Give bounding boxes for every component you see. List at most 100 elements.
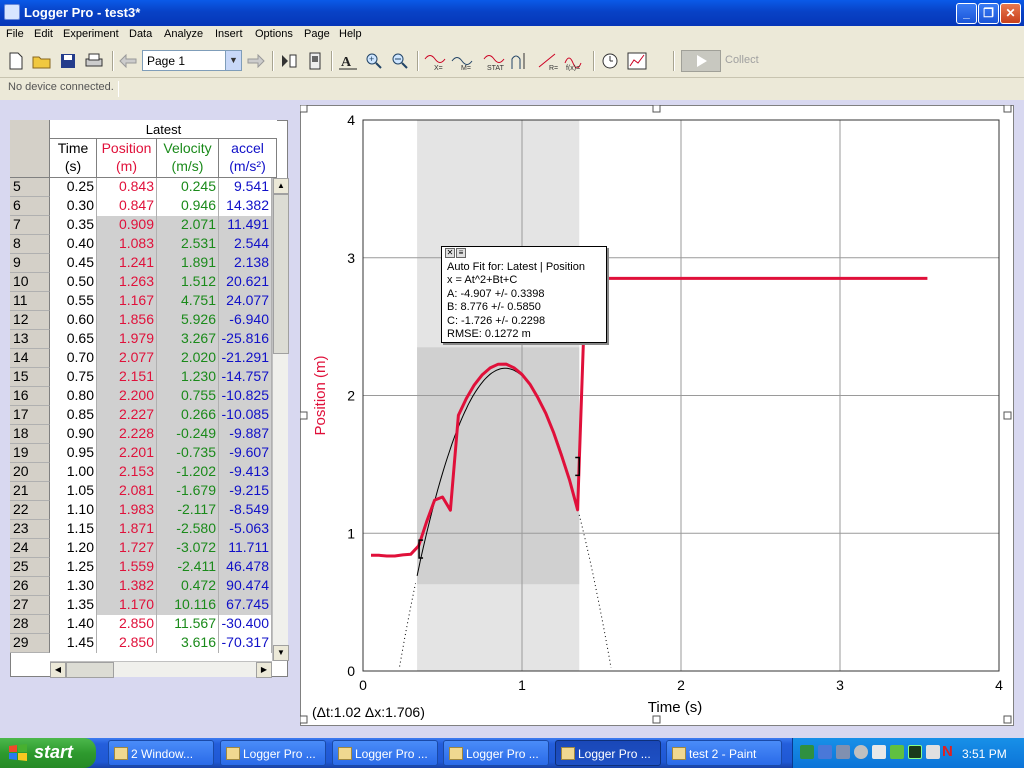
close-icon[interactable]: ✕ [445, 248, 455, 258]
table-cell[interactable]: 2.228 [97, 425, 157, 444]
table-cell[interactable]: -6.940 [219, 311, 272, 330]
table-row[interactable]: 18 0.90 2.228 -0.249 -9.887 [10, 425, 278, 444]
table-row[interactable]: 28 1.40 2.850 11.567 -30.400 [10, 615, 278, 634]
table-cell[interactable]: 0.85 [50, 406, 97, 425]
table-cell[interactable]: 1.891 [157, 254, 219, 273]
table-cell[interactable]: 2.227 [97, 406, 157, 425]
auto-fit-box[interactable]: ✕ ≡ Auto Fit for: Latest | Position x = … [441, 246, 607, 343]
taskbar-item[interactable]: Logger Pro ... [443, 740, 549, 766]
table-row[interactable]: 24 1.20 1.727 -3.072 11.711 [10, 539, 278, 558]
table-cell[interactable]: 14.382 [219, 197, 272, 216]
table-cell[interactable]: 1.30 [50, 577, 97, 596]
resize-handle[interactable] [1003, 105, 1012, 113]
scroll-left-icon[interactable]: ◀ [50, 662, 66, 678]
antivirus-icon[interactable] [890, 745, 904, 759]
graph-options-icon[interactable] [625, 50, 649, 72]
table-cell[interactable]: -14.757 [219, 368, 272, 387]
scroll-down-icon[interactable]: ▼ [273, 645, 289, 661]
table-cell[interactable]: -9.887 [219, 425, 272, 444]
column-header-velocity[interactable]: Velocity (m/s) [157, 139, 219, 178]
table-cell[interactable]: 2.138 [219, 254, 272, 273]
statistics-icon[interactable]: STAT [482, 50, 506, 72]
table-row[interactable]: 29 1.45 2.850 3.616 -70.317 [10, 634, 278, 653]
row-number[interactable]: 16 [10, 387, 50, 406]
table-cell[interactable]: -2.580 [157, 520, 219, 539]
examine-icon[interactable]: X= [423, 50, 447, 72]
table-cell[interactable]: 67.745 [219, 596, 272, 615]
collect-button[interactable] [681, 50, 721, 72]
table-cell[interactable]: 0.75 [50, 368, 97, 387]
integral-icon[interactable] [509, 50, 533, 72]
resize-handle[interactable] [1003, 715, 1012, 724]
close-button[interactable]: ✕ [1000, 3, 1021, 24]
table-row[interactable]: 13 0.65 1.979 3.267 -25.816 [10, 330, 278, 349]
table-cell[interactable]: 1.00 [50, 463, 97, 482]
restore-button[interactable]: ❐ [978, 3, 999, 24]
table-cell[interactable]: 0.50 [50, 273, 97, 292]
zoom-in-icon[interactable]: + [362, 50, 386, 72]
prev-page-button[interactable] [116, 50, 140, 72]
table-cell[interactable]: 2.151 [97, 368, 157, 387]
row-number[interactable]: 9 [10, 254, 50, 273]
open-file-button[interactable] [30, 50, 54, 72]
table-cell[interactable]: 2.201 [97, 444, 157, 463]
menu-experiment[interactable]: Experiment [63, 28, 119, 40]
table-cell[interactable]: -30.400 [219, 615, 272, 634]
table-cell[interactable]: 0.95 [50, 444, 97, 463]
table-row[interactable]: 23 1.15 1.871 -2.580 -5.063 [10, 520, 278, 539]
table-cell[interactable]: -0.735 [157, 444, 219, 463]
table-row[interactable]: 16 0.80 2.200 0.755 -10.825 [10, 387, 278, 406]
table-cell[interactable]: 0.65 [50, 330, 97, 349]
table-row[interactable]: 5 0.25 0.843 0.245 9.541 [10, 178, 278, 197]
display-icon[interactable] [836, 745, 850, 759]
table-row[interactable]: 19 0.95 2.201 -0.735 -9.607 [10, 444, 278, 463]
table-cell[interactable]: -0.249 [157, 425, 219, 444]
table-cell[interactable]: 1.20 [50, 539, 97, 558]
table-cell[interactable]: 1.983 [97, 501, 157, 520]
row-number[interactable]: 5 [10, 178, 50, 197]
table-cell[interactable]: 2.531 [157, 235, 219, 254]
table-cell[interactable]: 3.267 [157, 330, 219, 349]
menu-options[interactable]: Options [255, 28, 293, 40]
table-row[interactable]: 6 0.30 0.847 0.946 14.382 [10, 197, 278, 216]
table-cell[interactable]: 2.020 [157, 349, 219, 368]
row-number[interactable]: 27 [10, 596, 50, 615]
table-cell[interactable]: 90.474 [219, 577, 272, 596]
row-number[interactable]: 14 [10, 349, 50, 368]
table-cell[interactable]: 2.153 [97, 463, 157, 482]
table-cell[interactable]: 4.751 [157, 292, 219, 311]
table-cell[interactable]: 0.847 [97, 197, 157, 216]
row-number[interactable]: 12 [10, 311, 50, 330]
table-cell[interactable]: 1.15 [50, 520, 97, 539]
table-cell[interactable]: 1.170 [97, 596, 157, 615]
table-cell[interactable]: -10.085 [219, 406, 272, 425]
taskbar-item[interactable]: test 2 - Paint [666, 740, 782, 766]
row-number[interactable]: 22 [10, 501, 50, 520]
table-cell[interactable]: 1.512 [157, 273, 219, 292]
table-cell[interactable]: -10.825 [219, 387, 272, 406]
table-cell[interactable]: -70.317 [219, 634, 272, 653]
row-number[interactable]: 19 [10, 444, 50, 463]
table-cell[interactable]: 1.727 [97, 539, 157, 558]
row-number[interactable]: 10 [10, 273, 50, 292]
scroll-thumb-h[interactable] [66, 662, 114, 678]
table-row[interactable]: 21 1.05 2.081 -1.679 -9.215 [10, 482, 278, 501]
table-view-icon[interactable] [277, 50, 301, 72]
table-cell[interactable]: 0.472 [157, 577, 219, 596]
tangent-icon[interactable]: M= [450, 50, 474, 72]
table-cell[interactable]: 1.05 [50, 482, 97, 501]
row-number[interactable]: 8 [10, 235, 50, 254]
table-cell[interactable]: -2.117 [157, 501, 219, 520]
row-number[interactable]: 11 [10, 292, 50, 311]
table-cell[interactable]: 2.077 [97, 349, 157, 368]
options-icon[interactable]: ≡ [456, 248, 466, 258]
table-cell[interactable]: 0.45 [50, 254, 97, 273]
row-number[interactable]: 6 [10, 197, 50, 216]
table-cell[interactable]: 2.200 [97, 387, 157, 406]
table-cell[interactable]: 0.25 [50, 178, 97, 197]
table-cell[interactable]: -1.679 [157, 482, 219, 501]
table-row[interactable]: 26 1.30 1.382 0.472 90.474 [10, 577, 278, 596]
table-cell[interactable]: 0.946 [157, 197, 219, 216]
scroll-right-icon[interactable]: ▶ [256, 662, 272, 678]
row-number[interactable]: 24 [10, 539, 50, 558]
